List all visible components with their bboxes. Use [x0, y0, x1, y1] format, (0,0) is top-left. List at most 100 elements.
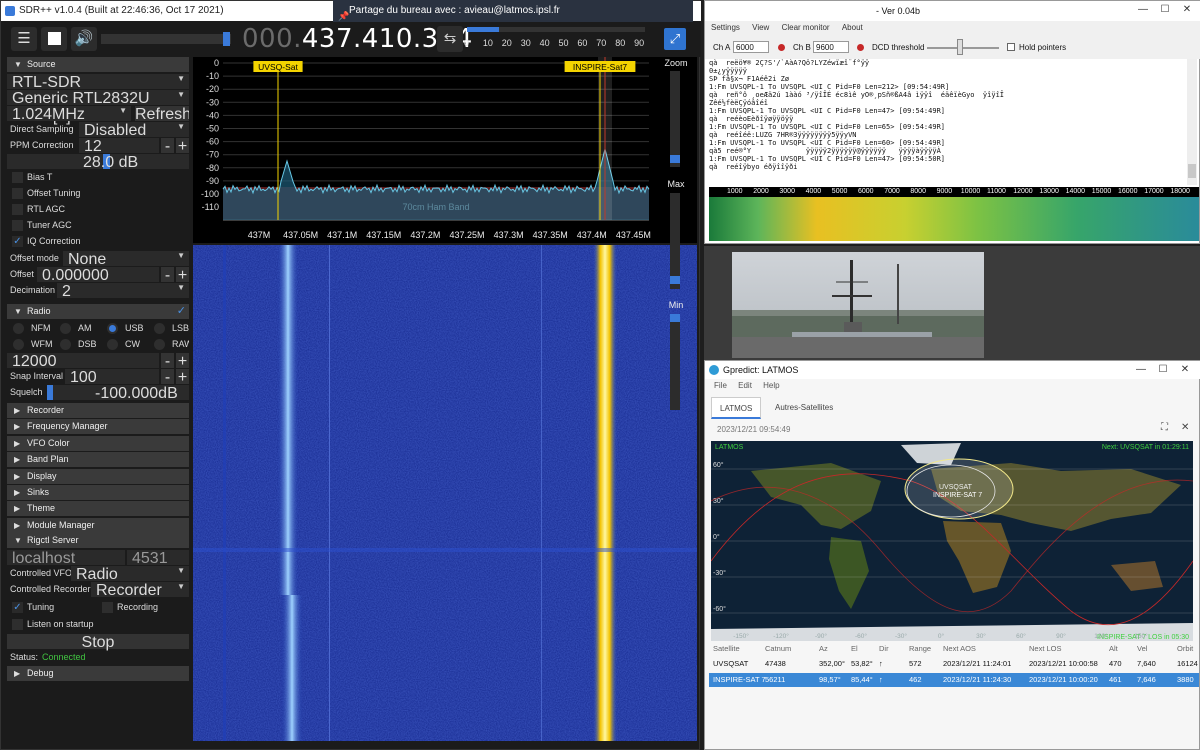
rigctl-port-input[interactable]: 4531	[127, 550, 189, 567]
max-slider-knob[interactable]	[670, 276, 680, 284]
table-row[interactable]: INSPIRE-SAT 7 56211 98,57° 85,44° ↑ 462 2023/1…	[709, 673, 1199, 687]
squelch-slider-knob[interactable]	[47, 385, 53, 400]
decoder-monitor-log[interactable]: qà reëö¥® 2Ç?S'/`ÃàA?Qö?LYZéwïæî¨f°ÿÿ 0­±…	[709, 59, 1187, 185]
rigctl-stop-button[interactable]: Stop	[7, 634, 189, 651]
maximize-icon[interactable]: ☐	[1157, 3, 1173, 17]
column-header-alt[interactable]: Alt	[1109, 644, 1118, 653]
snap-increment-button[interactable]: +	[176, 369, 189, 386]
tab-autres-satellites[interactable]: Autres-Satellites	[767, 397, 841, 419]
debug-header[interactable]: ▶ Debug	[7, 666, 189, 681]
direct-sampling-select[interactable]: Disabled ▼	[79, 122, 189, 139]
volume-slider-knob[interactable]	[223, 32, 230, 46]
zoom-slider-knob[interactable]	[670, 155, 680, 163]
satellite-ground-track-map[interactable]: 60° 30° 0° -30° -60° UVSQSAT INSPIRE-SAT 7 LATM…	[711, 441, 1193, 641]
ppm-decrement-button[interactable]: -	[161, 138, 174, 155]
dcd-threshold-slider[interactable]	[927, 47, 999, 49]
column-header-next-los[interactable]: Next LOS	[1029, 644, 1062, 653]
bandwidth-input[interactable]: 12000	[7, 353, 159, 370]
snap-interval-input[interactable]: 100	[65, 369, 159, 386]
offset-decrement-button[interactable]: -	[161, 267, 174, 284]
channel-b-input[interactable]: 9600	[813, 41, 849, 53]
table-row[interactable]: UVSQSAT 47438 352,00° 53,82° ↑ 572 2023/12/21 …	[709, 657, 1199, 671]
column-header-range[interactable]: Range	[909, 644, 931, 653]
menu-file[interactable]: File	[714, 381, 727, 390]
fft-spectrum-panel[interactable]: 0-10-20-30-40-50-60-70-80-90-100-11070cm…	[193, 57, 697, 243]
controlled-recorder-select[interactable]: Recorder ▼	[91, 582, 189, 599]
rigctl-header[interactable]: ▼ Rigctl Server	[7, 533, 189, 548]
column-header-vel[interactable]: Vel	[1137, 644, 1147, 653]
section-header-display[interactable]: ▶ Display	[7, 468, 189, 484]
menu-icon[interactable]: ☰	[11, 27, 37, 51]
source-device-select[interactable]: RTL-SDR ▼	[7, 74, 189, 91]
module-close-icon[interactable]: ✕	[1181, 422, 1189, 433]
waterfall-panel[interactable]	[193, 245, 697, 741]
pin-icon[interactable]: 📌	[338, 5, 349, 27]
column-header-az[interactable]: Az	[819, 644, 828, 653]
samplerate-select[interactable]: 1.024MHz ▼	[7, 106, 131, 123]
zoom-slider[interactable]	[670, 71, 680, 167]
demod-radio-usb[interactable]	[107, 323, 118, 334]
menu-about[interactable]: About	[842, 23, 863, 32]
offset-input[interactable]: 0.000000	[37, 267, 159, 284]
hold-pointers-checkbox[interactable]	[1007, 43, 1015, 51]
close-icon[interactable]: ✕	[1177, 363, 1193, 377]
column-header-dir[interactable]: Dir	[879, 644, 889, 653]
demod-radio-wfm[interactable]	[13, 339, 24, 350]
recording-checkbox[interactable]	[102, 602, 113, 613]
section-header-theme[interactable]: ▶ Theme	[7, 501, 189, 517]
fft-spectrum-plot[interactable]: 0-10-20-30-40-50-60-70-80-90-100-11070cm…	[193, 57, 697, 243]
ppm-increment-button[interactable]: +	[176, 138, 189, 155]
demod-radio-cw[interactable]	[107, 339, 118, 350]
snap-decrement-button[interactable]: -	[161, 369, 174, 386]
rigctl-host-input[interactable]: localhost	[7, 550, 125, 567]
demod-radio-lsb[interactable]	[154, 323, 165, 334]
minimize-icon[interactable]: —	[1133, 363, 1149, 377]
tuner-select[interactable]: Generic RTL2832U OEM [0]▼	[7, 90, 189, 125]
section-header-band-plan[interactable]: ▶ Band Plan	[7, 452, 189, 468]
scrollbar-thumb[interactable]	[1188, 164, 1196, 178]
dcd-threshold-knob[interactable]	[957, 39, 963, 55]
offset-mode-select[interactable]: None ▼	[63, 251, 189, 268]
min-slider-knob[interactable]	[670, 314, 680, 322]
offset-increment-button[interactable]: +	[176, 267, 189, 284]
column-header-satellite[interactable]: Satellite	[713, 644, 740, 653]
menu-help[interactable]: Help	[763, 381, 779, 390]
column-header-next-aos[interactable]: Next AOS	[943, 644, 976, 653]
max-slider[interactable]	[670, 193, 680, 289]
column-header-orbit[interactable]: Orbit	[1177, 644, 1193, 653]
decimation-select[interactable]: 2 ▼	[57, 283, 189, 300]
section-header-module-manager[interactable]: ▶ Module Manager	[7, 517, 189, 533]
stop-button[interactable]	[41, 27, 67, 51]
controlled-vfo-select[interactable]: Radio ▼	[71, 566, 189, 583]
bandwidth-increment-button[interactable]: +	[176, 353, 189, 370]
section-header-sinks[interactable]: ▶ Sinks	[7, 485, 189, 500]
close-icon[interactable]: ✕	[1179, 3, 1195, 17]
fullscreen-zoom-icon[interactable]: ⤢	[664, 28, 686, 50]
demod-radio-raw[interactable]	[154, 339, 165, 350]
radio-enabled-check-icon[interactable]: ✓	[177, 304, 186, 319]
column-header-el[interactable]: El	[851, 644, 858, 653]
volume-icon[interactable]: 🔊	[71, 27, 97, 51]
refresh-button[interactable]: Refresh	[135, 106, 189, 123]
section-header-recorder[interactable]: ▶ Recorder	[7, 403, 189, 418]
demod-radio-am[interactable]	[60, 323, 71, 334]
menu-clear-monitor[interactable]: Clear monitor	[782, 23, 830, 32]
menu-edit[interactable]: Edit	[738, 381, 752, 390]
column-header-catnum[interactable]: Catnum	[765, 644, 791, 653]
module-options-icon[interactable]: ⛶	[1161, 422, 1168, 433]
world-map[interactable]: 60° 30° 0° -30° -60° UVSQSATINSPIRE-SAT 7 LATM…	[711, 441, 1193, 641]
bandwidth-decrement-button[interactable]: -	[161, 353, 174, 370]
decoder-log-scrollbar[interactable]	[1187, 59, 1197, 185]
maximize-icon[interactable]: ☐	[1155, 363, 1171, 377]
volume-slider[interactable]	[101, 34, 231, 44]
minimize-icon[interactable]: —	[1135, 3, 1151, 17]
radio-header[interactable]: ▼ Radio ✓	[7, 304, 189, 319]
desktop-share-bar[interactable]: 📌 Partage du bureau avec : avieau@latmos…	[333, 0, 693, 22]
tuning-mode-button[interactable]: ⇆	[437, 26, 463, 52]
channel-a-input[interactable]: 6000	[733, 41, 769, 53]
demod-radio-dsb[interactable]	[60, 339, 71, 350]
tab-latmos[interactable]: LATMOS	[711, 397, 762, 419]
min-slider[interactable]	[670, 314, 680, 410]
ppm-input[interactable]: 12	[79, 138, 159, 155]
demod-radio-nfm[interactable]	[13, 323, 24, 334]
